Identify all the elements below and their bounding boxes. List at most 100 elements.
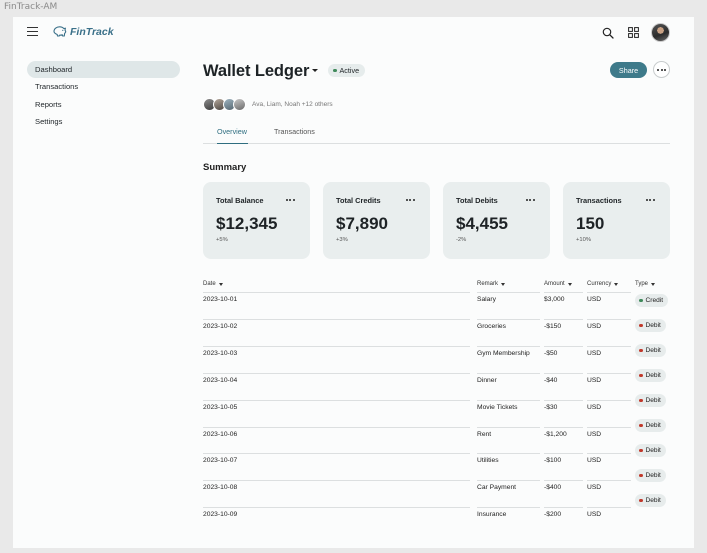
row-divider [203,453,470,455]
sidebar: Dashboard Transactions Reports Settings [27,61,180,130]
cell-remark: Gym Membership [477,349,530,357]
tab-transactions[interactable]: Transactions [274,127,315,144]
column-header-amount[interactable]: Amount [544,281,572,287]
summary-card: Total Credits $7,890 +3% [323,182,430,259]
members-text: Ava, Liam, Noah +12 others [252,101,333,108]
page-title: Wallet Ledger [203,62,310,80]
column-header-remark[interactable]: Remark [477,281,506,287]
status-label: Active [339,66,360,75]
summary-card: Total Balance $12,345 +5% [203,182,310,259]
type-label: Credit [645,297,664,304]
card-delta: -2% [456,237,467,243]
row-divider [477,292,540,293]
row-divider [587,399,631,401]
column-header-date[interactable]: Date [203,281,223,287]
title-dropdown-caret-icon[interactable] [312,69,318,72]
share-button[interactable]: Share [610,62,647,78]
sidebar-item-settings[interactable]: Settings [27,113,180,130]
card-more-button[interactable] [526,199,535,201]
cell-date: 2023-10-02 [203,322,238,330]
window-title: FinTrack-AM [4,2,58,12]
cell-amount: -$40 [544,376,558,384]
cell-date: 2023-10-09 [203,511,238,519]
member-avatar [233,98,246,111]
card-more-button[interactable] [286,199,295,201]
cell-date: 2023-10-08 [203,484,238,492]
more-horizontal-icon [657,68,666,71]
sort-caret-icon [614,282,619,286]
app-window: FinTrack Dashboard Transactions Reports … [13,17,694,548]
more-options-button[interactable] [653,61,670,78]
user-avatar[interactable] [651,23,670,42]
row-divider [203,507,470,509]
sort-caret-icon [651,282,656,286]
type-badge: Debit [635,319,666,332]
row-divider [203,345,470,347]
column-header-label: Currency [587,281,612,287]
hamburger-menu-icon[interactable] [27,27,38,36]
column-header-label: Date [203,281,216,287]
cell-amount: $3,000 [544,296,565,303]
type-label: Debit [645,397,661,404]
type-badge: Debit [635,444,666,457]
row-divider [544,318,583,320]
row-divider [587,292,631,293]
type-label: Debit [645,372,661,379]
more-horizontal-icon [286,199,295,201]
type-label: Debit [645,472,661,479]
row-divider [477,318,540,320]
cell-remark: Rent [477,430,492,438]
cell-date: 2023-10-03 [203,349,238,357]
row-divider [203,480,470,482]
type-dot [639,348,643,353]
sidebar-item-dashboard[interactable]: Dashboard [27,61,180,78]
sidebar-item-reports[interactable]: Reports [27,96,180,113]
row-divider [477,345,540,347]
sidebar-item-transactions[interactable]: Transactions [27,78,180,95]
type-label: Debit [645,497,661,504]
row-divider [544,507,583,509]
column-header-currency[interactable]: Currency [587,281,619,287]
row-divider [587,318,631,320]
row-divider [544,426,583,428]
apps-grid-icon[interactable] [626,26,640,40]
type-badge: Debit [635,344,666,357]
sort-caret-icon [218,282,223,286]
cell-amount: -$150 [544,322,562,330]
sort-caret-icon [501,282,506,286]
type-badge: Debit [635,469,666,482]
row-divider [587,426,631,428]
card-value: $4,455 [456,214,508,233]
type-badge: Debit [635,419,666,432]
type-label: Debit [645,447,661,454]
card-more-button[interactable] [646,199,655,201]
row-divider [203,318,470,320]
row-divider [544,453,583,455]
type-dot [639,298,643,303]
card-value: $12,345 [216,214,278,233]
column-header-type[interactable]: Type [635,281,656,287]
row-divider [544,399,583,401]
card-more-button[interactable] [406,199,415,201]
app-logo[interactable]: FinTrack [52,25,114,38]
cell-date: 2023-10-06 [203,430,238,438]
top-bar: FinTrack [13,17,694,49]
cell-currency: USD [587,403,602,411]
cell-remark: Dinner [477,376,497,384]
type-dot [639,498,643,503]
cell-date: 2023-10-04 [203,376,238,384]
type-label: Debit [645,422,661,429]
tab-bar: Overview Transactions [203,124,670,144]
type-dot [639,448,643,453]
row-divider [544,345,583,347]
cell-remark: Utilities [477,457,499,465]
row-divider [477,399,540,401]
search-icon[interactable] [601,26,615,40]
tab-overview[interactable]: Overview [217,127,248,144]
cell-remark: Groceries [477,322,506,330]
type-badge: Credit [635,294,669,307]
row-divider [587,507,631,509]
members-row[interactable]: Ava, Liam, Noah +12 others [203,98,333,111]
status-dot [333,68,337,73]
cell-date: 2023-10-07 [203,457,238,465]
